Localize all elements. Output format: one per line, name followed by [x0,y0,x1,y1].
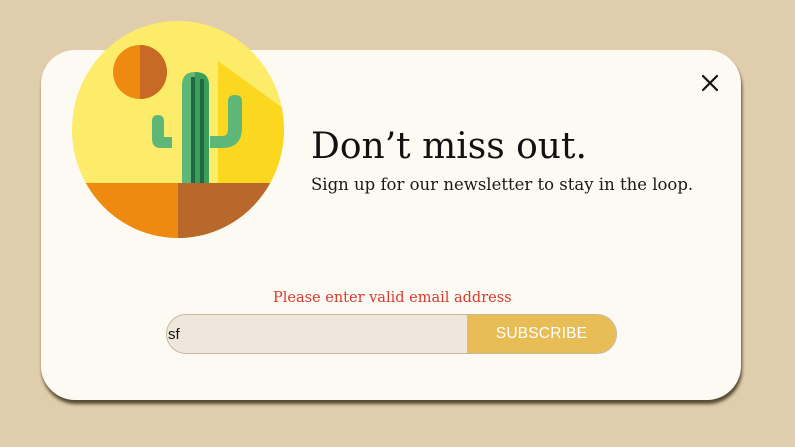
subscribe-form: SUBSCRIBE [166,314,617,354]
popup-headline: Don’t miss out. [311,126,587,167]
popup-subline: Sign up for our newsletter to stay in th… [311,175,694,194]
email-input[interactable] [167,315,467,353]
subscribe-button[interactable]: SUBSCRIBE [467,315,616,353]
desert-cactus-illustration [72,21,284,238]
email-error-message: Please enter valid email address [273,290,512,306]
page: Don’t miss out. Sign up for our newslett… [0,0,795,447]
close-icon[interactable] [696,69,724,97]
